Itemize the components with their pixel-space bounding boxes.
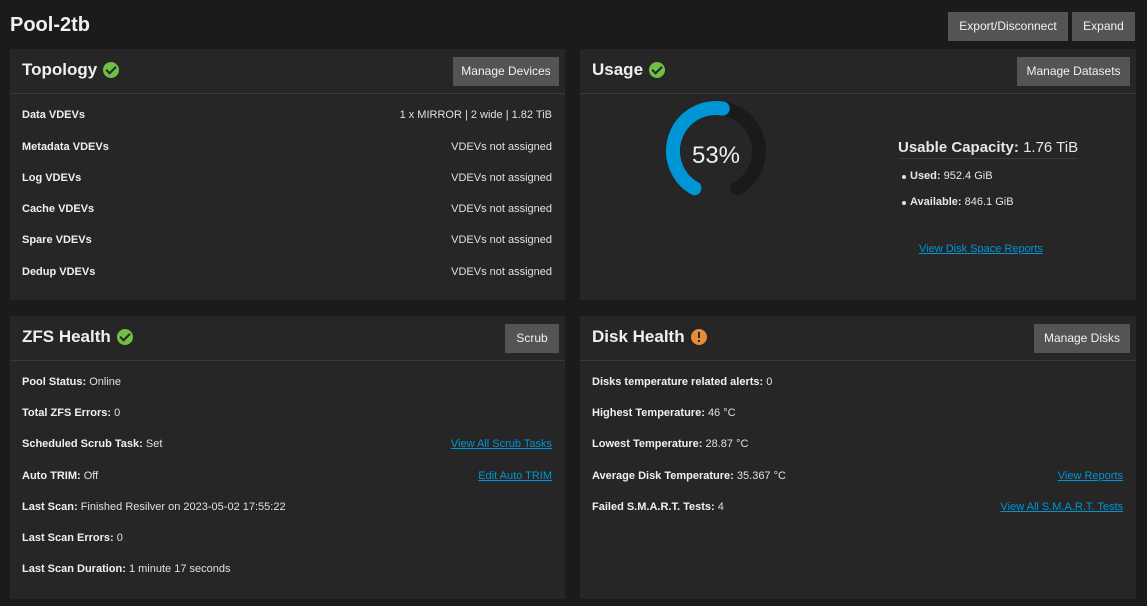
list-item: Log VDEVs VDEVs not assigned: [22, 172, 552, 184]
list-item: Lowest Temperature: 28.87 °C: [592, 438, 749, 450]
list-item: Highest Temperature: 46 °C: [592, 407, 736, 419]
scrub-button[interactable]: Scrub: [505, 324, 559, 353]
manage-disks-button[interactable]: Manage Disks: [1034, 324, 1130, 353]
zfs-health-title: ZFS Health: [22, 327, 133, 347]
expand-button[interactable]: Expand: [1072, 12, 1135, 41]
view-reports-link[interactable]: View Reports: [1058, 469, 1123, 483]
check-circle-icon: [649, 62, 666, 78]
list-item: Total ZFS Errors: 0: [22, 407, 121, 419]
list-item: Last Scan Errors: 0: [22, 532, 123, 544]
list-item: Pool Status: Online: [22, 376, 122, 388]
alert-circle-icon: [690, 329, 707, 345]
zfs-health-header: ZFS Health Scrub: [10, 316, 565, 361]
disk-health-title: Disk Health: [592, 327, 707, 347]
usage-title: Usage: [592, 60, 666, 80]
list-item: Disks temperature related alerts: 0: [592, 376, 773, 388]
topology-title: Topology: [22, 60, 120, 80]
list-item: Spare VDEVs VDEVs not assigned: [22, 234, 552, 246]
list-item: Auto TRIM: Off Edit Auto TRIM: [22, 469, 552, 483]
topology-header: Topology Manage Devices: [10, 49, 565, 94]
view-all-scrub-tasks-link[interactable]: View All Scrub Tasks: [451, 437, 552, 451]
page-title: Pool-2tb: [10, 14, 90, 36]
export-disconnect-button[interactable]: Export/Disconnect: [948, 12, 1068, 41]
usable-capacity: Usable Capacity: 1.76 TiB: [898, 139, 1079, 159]
list-item: Last Scan Duration: 1 minute 17 seconds: [22, 563, 231, 575]
check-circle-icon: [116, 329, 133, 345]
list-item: Data VDEVs 1 x MIRROR | 2 wide | 1.82 Ti…: [22, 109, 552, 121]
list-item: Average Disk Temperature: 35.367 °C View…: [592, 469, 1123, 483]
edit-auto-trim-link[interactable]: Edit Auto TRIM: [478, 469, 552, 483]
used-item: Used: 952.4 GiB: [902, 170, 993, 182]
topology-card: Topology Manage Devices Data VDEVs 1 x M…: [10, 49, 565, 300]
disk-health-card: Disk Health Manage Disks Disks temperatu…: [580, 316, 1136, 599]
usage-card: Usage Manage Datasets 53% Usable Capacit…: [580, 49, 1136, 300]
manage-datasets-button[interactable]: Manage Datasets: [1017, 57, 1130, 86]
list-item: Cache VDEVs VDEVs not assigned: [22, 203, 552, 215]
list-item: Dedup VDEVs VDEVs not assigned: [22, 266, 552, 278]
usage-percent: 53%: [691, 142, 741, 169]
disk-health-header: Disk Health Manage Disks: [580, 316, 1136, 361]
list-item: Scheduled Scrub Task: Set View All Scrub…: [22, 437, 552, 451]
zfs-health-card: ZFS Health Scrub Pool Status: Online Tot…: [10, 316, 565, 599]
view-all-smart-tests-link[interactable]: View All S.M.A.R.T. Tests: [1001, 500, 1123, 514]
usage-header: Usage Manage Datasets: [580, 49, 1136, 94]
list-item: Last Scan: Finished Resilver on 2023-05-…: [22, 501, 286, 513]
available-item: Available: 846.1 GiB: [902, 196, 1014, 208]
view-disk-space-reports-link[interactable]: View Disk Space Reports: [919, 243, 1043, 255]
list-item: Failed S.M.A.R.T. Tests: 4 View All S.M.…: [592, 500, 1123, 514]
check-circle-icon: [103, 62, 120, 78]
list-item: Metadata VDEVs VDEVs not assigned: [22, 141, 552, 153]
manage-devices-button[interactable]: Manage Devices: [453, 57, 559, 86]
